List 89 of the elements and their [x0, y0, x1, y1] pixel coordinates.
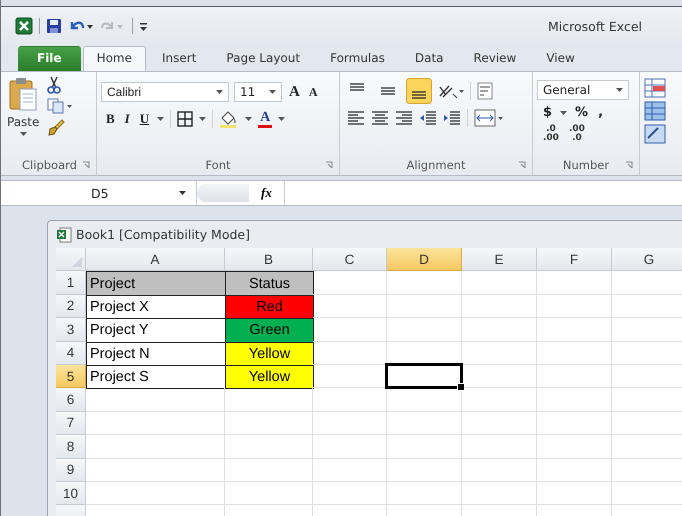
customize-toolbar-icon[interactable]: [139, 20, 148, 32]
number-style-button[interactable]: %: [573, 105, 590, 120]
group-label: Number: [562, 158, 610, 172]
caret-icon[interactable]: [560, 110, 568, 114]
caret-icon[interactable]: [278, 117, 286, 121]
number-style-button[interactable]: ,: [596, 105, 606, 120]
row-header[interactable]: 7: [56, 412, 86, 436]
format-table-icon[interactable]: [644, 101, 666, 121]
ribbon-tab[interactable]: Insert: [148, 46, 210, 71]
ribbon-tab[interactable]: Review: [460, 46, 530, 71]
dialog-launcher-icon[interactable]: [518, 161, 526, 169]
row-header[interactable]: 3: [56, 318, 86, 342]
number-format-dropdown[interactable]: General: [537, 80, 629, 100]
column-header[interactable]: B: [225, 248, 313, 272]
ribbon-tab[interactable]: Formulas: [316, 46, 399, 71]
caret-icon: [269, 90, 276, 94]
table-cell: Yellow: [225, 342, 314, 366]
workbook-icon: [56, 226, 72, 242]
align-center-icon[interactable]: [371, 111, 389, 125]
ribbon-tab[interactable]: File: [18, 46, 81, 71]
group-label: Clipboard: [22, 158, 77, 172]
spreadsheet-logo-icon[interactable]: [15, 17, 33, 35]
cell-styles-icon[interactable]: [644, 124, 666, 144]
dialog-launcher-icon[interactable]: [82, 161, 90, 169]
group-label: Font: [205, 158, 231, 172]
caret-icon[interactable]: [199, 117, 206, 121]
row-header[interactable]: 10: [56, 482, 86, 506]
window-title: Microsoft Excel: [548, 18, 642, 34]
table-cell: Yellow: [225, 364, 314, 390]
ribbon-tab[interactable]: Data: [400, 46, 458, 71]
format-button[interactable]: U: [138, 111, 152, 127]
formula-bar-grip: [197, 184, 249, 202]
row-header[interactable]: 5: [56, 364, 86, 388]
table-style-icon[interactable]: [644, 78, 666, 98]
bottom-align-icon[interactable]: [406, 78, 432, 104]
column-header[interactable]: F: [537, 248, 612, 272]
caret-icon: [179, 191, 186, 195]
font-name-dropdown[interactable]: Calibri: [101, 82, 229, 102]
format-painter-icon[interactable]: [47, 118, 66, 136]
corner-triangle-icon: [72, 257, 82, 268]
table-cell: Project S: [86, 364, 226, 390]
align-left-icon[interactable]: [347, 111, 365, 125]
table-cell: Project: [86, 271, 226, 296]
column-header[interactable]: E: [462, 248, 537, 272]
row-header[interactable]: 8: [56, 435, 86, 459]
font-color-button[interactable]: A: [258, 110, 272, 128]
dialog-launcher-icon[interactable]: [325, 161, 333, 169]
table-cell: Red: [225, 294, 314, 320]
name-box[interactable]: D5: [17, 181, 197, 205]
group-label: Alignment: [406, 158, 466, 172]
column-header[interactable]: C: [313, 248, 387, 272]
caret-icon[interactable]: [245, 117, 252, 121]
row-header[interactable]: 1: [56, 271, 86, 295]
paste-button[interactable]: Paste: [7, 76, 40, 155]
row-header[interactable]: 4: [56, 342, 86, 365]
shrink-font-button[interactable]: A: [306, 84, 320, 100]
workbook-title: Book1 [Compatibility Mode]: [76, 227, 250, 242]
increase-indent-icon[interactable]: [443, 111, 461, 125]
row-header[interactable]: 2: [56, 294, 86, 318]
ribbon-tab[interactable]: Home: [82, 46, 146, 71]
format-button[interactable]: I: [122, 111, 132, 127]
ribbon-tab[interactable]: Page Layout: [212, 46, 314, 71]
ribbon-tab[interactable]: View: [532, 46, 589, 71]
column-header[interactable]: D: [387, 248, 462, 272]
clipboard-icon: [8, 76, 38, 112]
decrease-indent-icon[interactable]: [419, 111, 437, 125]
table-cell: Green: [225, 318, 314, 343]
caret-icon[interactable]: [157, 117, 164, 121]
caret-icon: [216, 90, 223, 94]
increase-decimal-button[interactable]: .0 .00: [541, 125, 561, 143]
save-icon[interactable]: [46, 18, 62, 34]
decrease-decimal-button[interactable]: .00 .0: [566, 125, 587, 143]
format-button[interactable]: B: [104, 111, 117, 127]
scissors-icon[interactable]: [47, 76, 62, 94]
row-header[interactable]: 9: [56, 458, 86, 482]
caret-icon: [20, 132, 27, 136]
row-header[interactable]: 6: [56, 388, 86, 412]
caret-icon: [616, 88, 623, 92]
column-header[interactable]: G: [612, 248, 682, 272]
table-cell: Status: [225, 271, 314, 296]
copy-icon[interactable]: [47, 98, 74, 114]
dialog-launcher-icon[interactable]: [625, 161, 633, 169]
column-header[interactable]: A: [86, 248, 225, 272]
align-right-icon[interactable]: [395, 111, 413, 125]
font-size-dropdown[interactable]: 11: [234, 82, 282, 102]
number-style-button[interactable]: $: [541, 105, 554, 120]
borders-icon[interactable]: [177, 111, 194, 127]
grow-font-button[interactable]: A: [287, 84, 302, 100]
merge-cells-icon[interactable]: [474, 109, 504, 127]
